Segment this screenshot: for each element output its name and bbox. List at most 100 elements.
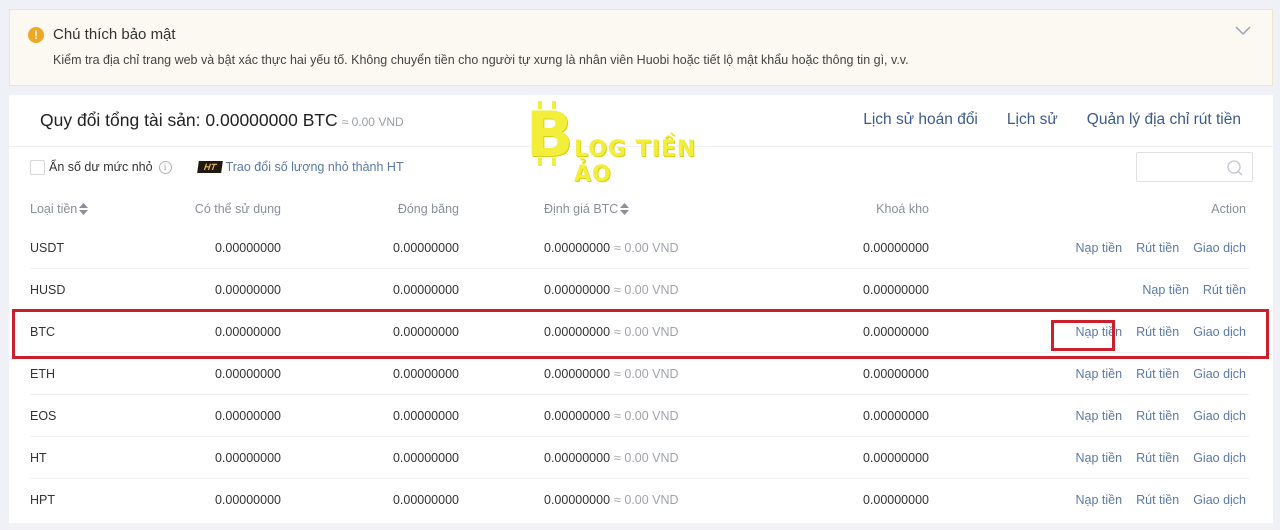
vnd-approx: ≈ 0.00 VND bbox=[614, 367, 679, 381]
table-row: ETH 0.00000000 0.00000000 0.00000000 ≈ 0.00 … bbox=[9, 353, 1273, 395]
deposit-button[interactable]: Nạp tiền bbox=[1076, 493, 1123, 507]
coin-name: HUSD bbox=[30, 283, 66, 297]
row-actions: Nạp tiền Rút tiền Giao dịch bbox=[1076, 227, 1246, 269]
frozen-balance: 0.00000000 bbox=[392, 493, 459, 507]
coin-name: HT bbox=[30, 451, 47, 465]
header-btc-value[interactable]: Định giá BTC bbox=[544, 190, 630, 227]
frozen-balance: 0.00000000 bbox=[392, 367, 459, 381]
vnd-approx: ≈ 0.00 VND bbox=[614, 451, 679, 465]
locked-balance: 0.00000000 bbox=[862, 493, 929, 507]
header-frozen: Đóng băng bbox=[397, 201, 459, 216]
btc-value: 0.00000000 bbox=[544, 283, 611, 297]
btc-value: 0.00000000 bbox=[544, 409, 611, 423]
header-action: Action bbox=[1211, 201, 1246, 216]
coin-name: USDT bbox=[30, 241, 65, 255]
deposit-button[interactable]: Nạp tiền bbox=[1076, 451, 1123, 465]
swap-history-link[interactable]: Lịch sử hoán đổi bbox=[863, 111, 978, 129]
available-balance: 0.00000000 bbox=[214, 325, 281, 339]
locked-balance: 0.00000000 bbox=[862, 367, 929, 381]
locked-balance: 0.00000000 bbox=[862, 283, 929, 297]
convert-small-to-ht-link[interactable]: Trao đổi số lượng nhỏ thành HT bbox=[226, 160, 404, 174]
withdraw-button[interactable]: Rút tiền bbox=[1136, 367, 1179, 381]
withdraw-button[interactable]: Rút tiền bbox=[1136, 409, 1179, 423]
available-balance: 0.00000000 bbox=[214, 493, 281, 507]
history-link[interactable]: Lịch sử bbox=[1007, 111, 1058, 129]
available-balance: 0.00000000 bbox=[214, 283, 281, 297]
btc-value: 0.00000000 bbox=[544, 451, 611, 465]
coin-name: HPT bbox=[30, 493, 55, 507]
hide-small-balance-checkbox[interactable] bbox=[30, 159, 45, 175]
sort-icon[interactable] bbox=[620, 202, 630, 215]
assets-card: Quy đổi tổng tài sản: 0.00000000 BTC ≈ 0.… bbox=[9, 95, 1273, 530]
row-actions: Nạp tiền Rút tiền Giao dịch bbox=[1076, 353, 1246, 395]
total-assets-value: Quy đổi tổng tài sản: 0.00000000 BTC bbox=[40, 110, 338, 130]
header-btc-value-label: Định giá BTC bbox=[544, 201, 619, 216]
locked-balance: 0.00000000 bbox=[862, 325, 929, 339]
table-row: HUSD 0.00000000 0.00000000 0.00000000 ≈ 0.00… bbox=[9, 269, 1273, 311]
info-icon[interactable]: i bbox=[158, 160, 172, 174]
warning-icon: ! bbox=[28, 27, 44, 43]
deposit-button[interactable]: Nạp tiền bbox=[1076, 367, 1123, 381]
available-balance: 0.00000000 bbox=[214, 409, 281, 423]
sort-icon[interactable] bbox=[79, 202, 89, 215]
btc-valuation: 0.00000000 ≈ 0.00 VND bbox=[544, 227, 679, 269]
btc-value: 0.00000000 bbox=[544, 241, 611, 255]
btc-valuation: 0.00000000 ≈ 0.00 VND bbox=[544, 311, 679, 353]
search-input[interactable] bbox=[1136, 152, 1253, 182]
ht-logo-icon: HT bbox=[196, 161, 223, 173]
btc-valuation: 0.00000000 ≈ 0.00 VND bbox=[544, 353, 679, 395]
notice-title: Chú thích bảo mật bbox=[53, 26, 176, 43]
btc-value: 0.00000000 bbox=[544, 325, 611, 339]
row-actions: Nạp tiền Rút tiền Giao dịch bbox=[1076, 311, 1246, 353]
locked-balance: 0.00000000 bbox=[862, 241, 929, 255]
card-header: Quy đổi tổng tài sản: 0.00000000 BTC ≈ 0.… bbox=[9, 95, 1273, 147]
coin-name: EOS bbox=[30, 409, 57, 423]
locked-balance: 0.00000000 bbox=[862, 451, 929, 465]
table-header: Loại tiền Có thể sử dụng Đóng băng Định … bbox=[9, 190, 1273, 227]
scroll-area-bottom bbox=[9, 523, 1273, 530]
btc-valuation: 0.00000000 ≈ 0.00 VND bbox=[544, 479, 679, 521]
vnd-approx: ≈ 0.00 VND bbox=[614, 325, 679, 339]
btc-value: 0.00000000 bbox=[544, 493, 611, 507]
filters: Ẩn số dư mức nhỏ i HT Trao đổi số lượng … bbox=[30, 157, 404, 177]
available-balance: 0.00000000 bbox=[214, 241, 281, 255]
btc-valuation: 0.00000000 ≈ 0.00 VND bbox=[544, 437, 679, 479]
btc-value: 0.00000000 bbox=[544, 367, 611, 381]
withdraw-button[interactable]: Rút tiền bbox=[1136, 325, 1179, 339]
header-coin-label: Loại tiền bbox=[30, 201, 78, 216]
deposit-button[interactable]: Nạp tiền bbox=[1076, 241, 1123, 255]
row-actions: Nạp tiền Rút tiền Giao dịch bbox=[1076, 437, 1246, 479]
trade-button[interactable]: Giao dịch bbox=[1193, 325, 1246, 339]
row-actions: Nạp tiền Rút tiền bbox=[1142, 269, 1246, 311]
total-assets: Quy đổi tổng tài sản: 0.00000000 BTC ≈ 0.… bbox=[40, 110, 404, 131]
frozen-balance: 0.00000000 bbox=[392, 451, 459, 465]
chevron-down-icon[interactable] bbox=[1234, 24, 1252, 38]
deposit-button[interactable]: Nạp tiền bbox=[1076, 409, 1123, 423]
table-row: USDT 0.00000000 0.00000000 0.00000000 ≈ 0.00… bbox=[9, 227, 1273, 269]
trade-button[interactable]: Giao dịch bbox=[1193, 409, 1246, 423]
frozen-balance: 0.00000000 bbox=[392, 241, 459, 255]
withdraw-address-link[interactable]: Quản lý địa chỉ rút tiền bbox=[1087, 111, 1241, 129]
trade-button[interactable]: Giao dịch bbox=[1193, 241, 1246, 255]
table-row: EOS 0.00000000 0.00000000 0.00000000 ≈ 0.00 … bbox=[9, 395, 1273, 437]
header-coin[interactable]: Loại tiền bbox=[30, 190, 89, 227]
header-links: Lịch sử hoán đổi Lịch sử Quản lý địa chỉ… bbox=[863, 111, 1241, 129]
row-actions: Nạp tiền Rút tiền Giao dịch bbox=[1076, 479, 1246, 521]
frozen-balance: 0.00000000 bbox=[392, 409, 459, 423]
withdraw-button[interactable]: Rút tiền bbox=[1203, 283, 1246, 297]
deposit-button[interactable]: Nạp tiền bbox=[1142, 283, 1189, 297]
vnd-approx: ≈ 0.00 VND bbox=[614, 241, 679, 255]
table-row: BTC 0.00000000 0.00000000 0.00000000 ≈ 0.00 … bbox=[9, 311, 1273, 353]
table-body: USDT 0.00000000 0.00000000 0.00000000 ≈ 0.00… bbox=[9, 227, 1273, 521]
withdraw-button[interactable]: Rút tiền bbox=[1136, 451, 1179, 465]
search-icon[interactable] bbox=[1226, 159, 1244, 177]
vnd-approx: ≈ 0.00 VND bbox=[614, 493, 679, 507]
trade-button[interactable]: Giao dịch bbox=[1193, 493, 1246, 507]
withdraw-button[interactable]: Rút tiền bbox=[1136, 493, 1179, 507]
deposit-button[interactable]: Nạp tiền bbox=[1076, 325, 1123, 339]
row-actions: Nạp tiền Rút tiền Giao dịch bbox=[1076, 395, 1246, 437]
trade-button[interactable]: Giao dịch bbox=[1193, 367, 1246, 381]
trade-button[interactable]: Giao dịch bbox=[1193, 451, 1246, 465]
frozen-balance: 0.00000000 bbox=[392, 283, 459, 297]
withdraw-button[interactable]: Rút tiền bbox=[1136, 241, 1179, 255]
